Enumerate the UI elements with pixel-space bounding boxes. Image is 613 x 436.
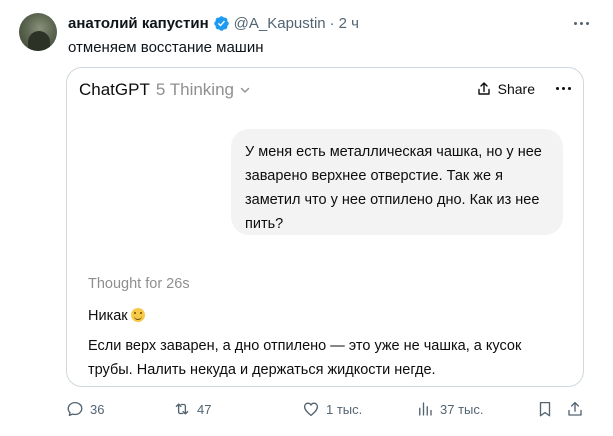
upload-button[interactable]	[566, 400, 584, 418]
separator-dot: ·	[329, 14, 335, 32]
share-button: Share	[476, 81, 535, 97]
chevron-down-icon	[240, 87, 250, 93]
answer-line-2: Если верх заварен, а дно отпилено — это …	[88, 338, 522, 378]
share-icon	[477, 82, 490, 95]
chat-screenshot-card[interactable]: ChatGPT 5 Thinking Share У меня есть мет…	[66, 67, 584, 387]
author-handle[interactable]: @A_Kapustin	[234, 15, 326, 32]
verified-icon	[213, 15, 229, 31]
thought-duration: Thought for 26s	[88, 276, 190, 292]
tweet-header: анатолий капустин @A_Kapustin · 2 ч	[68, 13, 359, 33]
repost-icon	[175, 403, 189, 415]
model-selector: 5 Thinking	[155, 80, 234, 99]
upload-icon	[568, 401, 582, 416]
like-icon	[303, 402, 319, 417]
chat-header: ChatGPT 5 Thinking	[79, 80, 251, 100]
repost-button[interactable]: 47	[173, 400, 211, 418]
reply-count: 36	[90, 401, 105, 417]
answer-line-1: Никак	[88, 308, 128, 324]
post-time[interactable]: 2 ч	[339, 15, 359, 32]
avatar[interactable]	[19, 13, 57, 51]
views-button[interactable]: 37 тыс.	[416, 400, 483, 418]
tweet-actions: 36 47 1 тыс. 37 тыс.	[66, 400, 588, 422]
reply-icon	[67, 401, 83, 417]
tweet-text: отменяем восстание машин	[68, 39, 264, 56]
card-more-icon	[556, 87, 571, 90]
bookmark-icon	[539, 401, 551, 417]
smile-emoji-icon	[130, 308, 145, 322]
share-label: Share	[497, 81, 535, 97]
chatgpt-title: ChatGPT	[79, 80, 150, 99]
assistant-answer: Никак Если верх заварен, а дно отпилено …	[88, 304, 568, 386]
author-name[interactable]: анатолий капустин	[68, 15, 209, 32]
views-icon	[419, 402, 432, 416]
views-count: 37 тыс.	[440, 401, 484, 417]
like-button[interactable]: 1 тыс.	[302, 400, 362, 418]
more-icon[interactable]	[571, 16, 591, 30]
like-count: 1 тыс.	[326, 401, 363, 417]
repost-count: 47	[197, 401, 212, 417]
user-message-bubble: У меня есть металлическая чашка, но у не…	[231, 129, 563, 235]
bookmark-button[interactable]	[536, 400, 554, 418]
reply-button[interactable]: 36	[66, 400, 104, 418]
